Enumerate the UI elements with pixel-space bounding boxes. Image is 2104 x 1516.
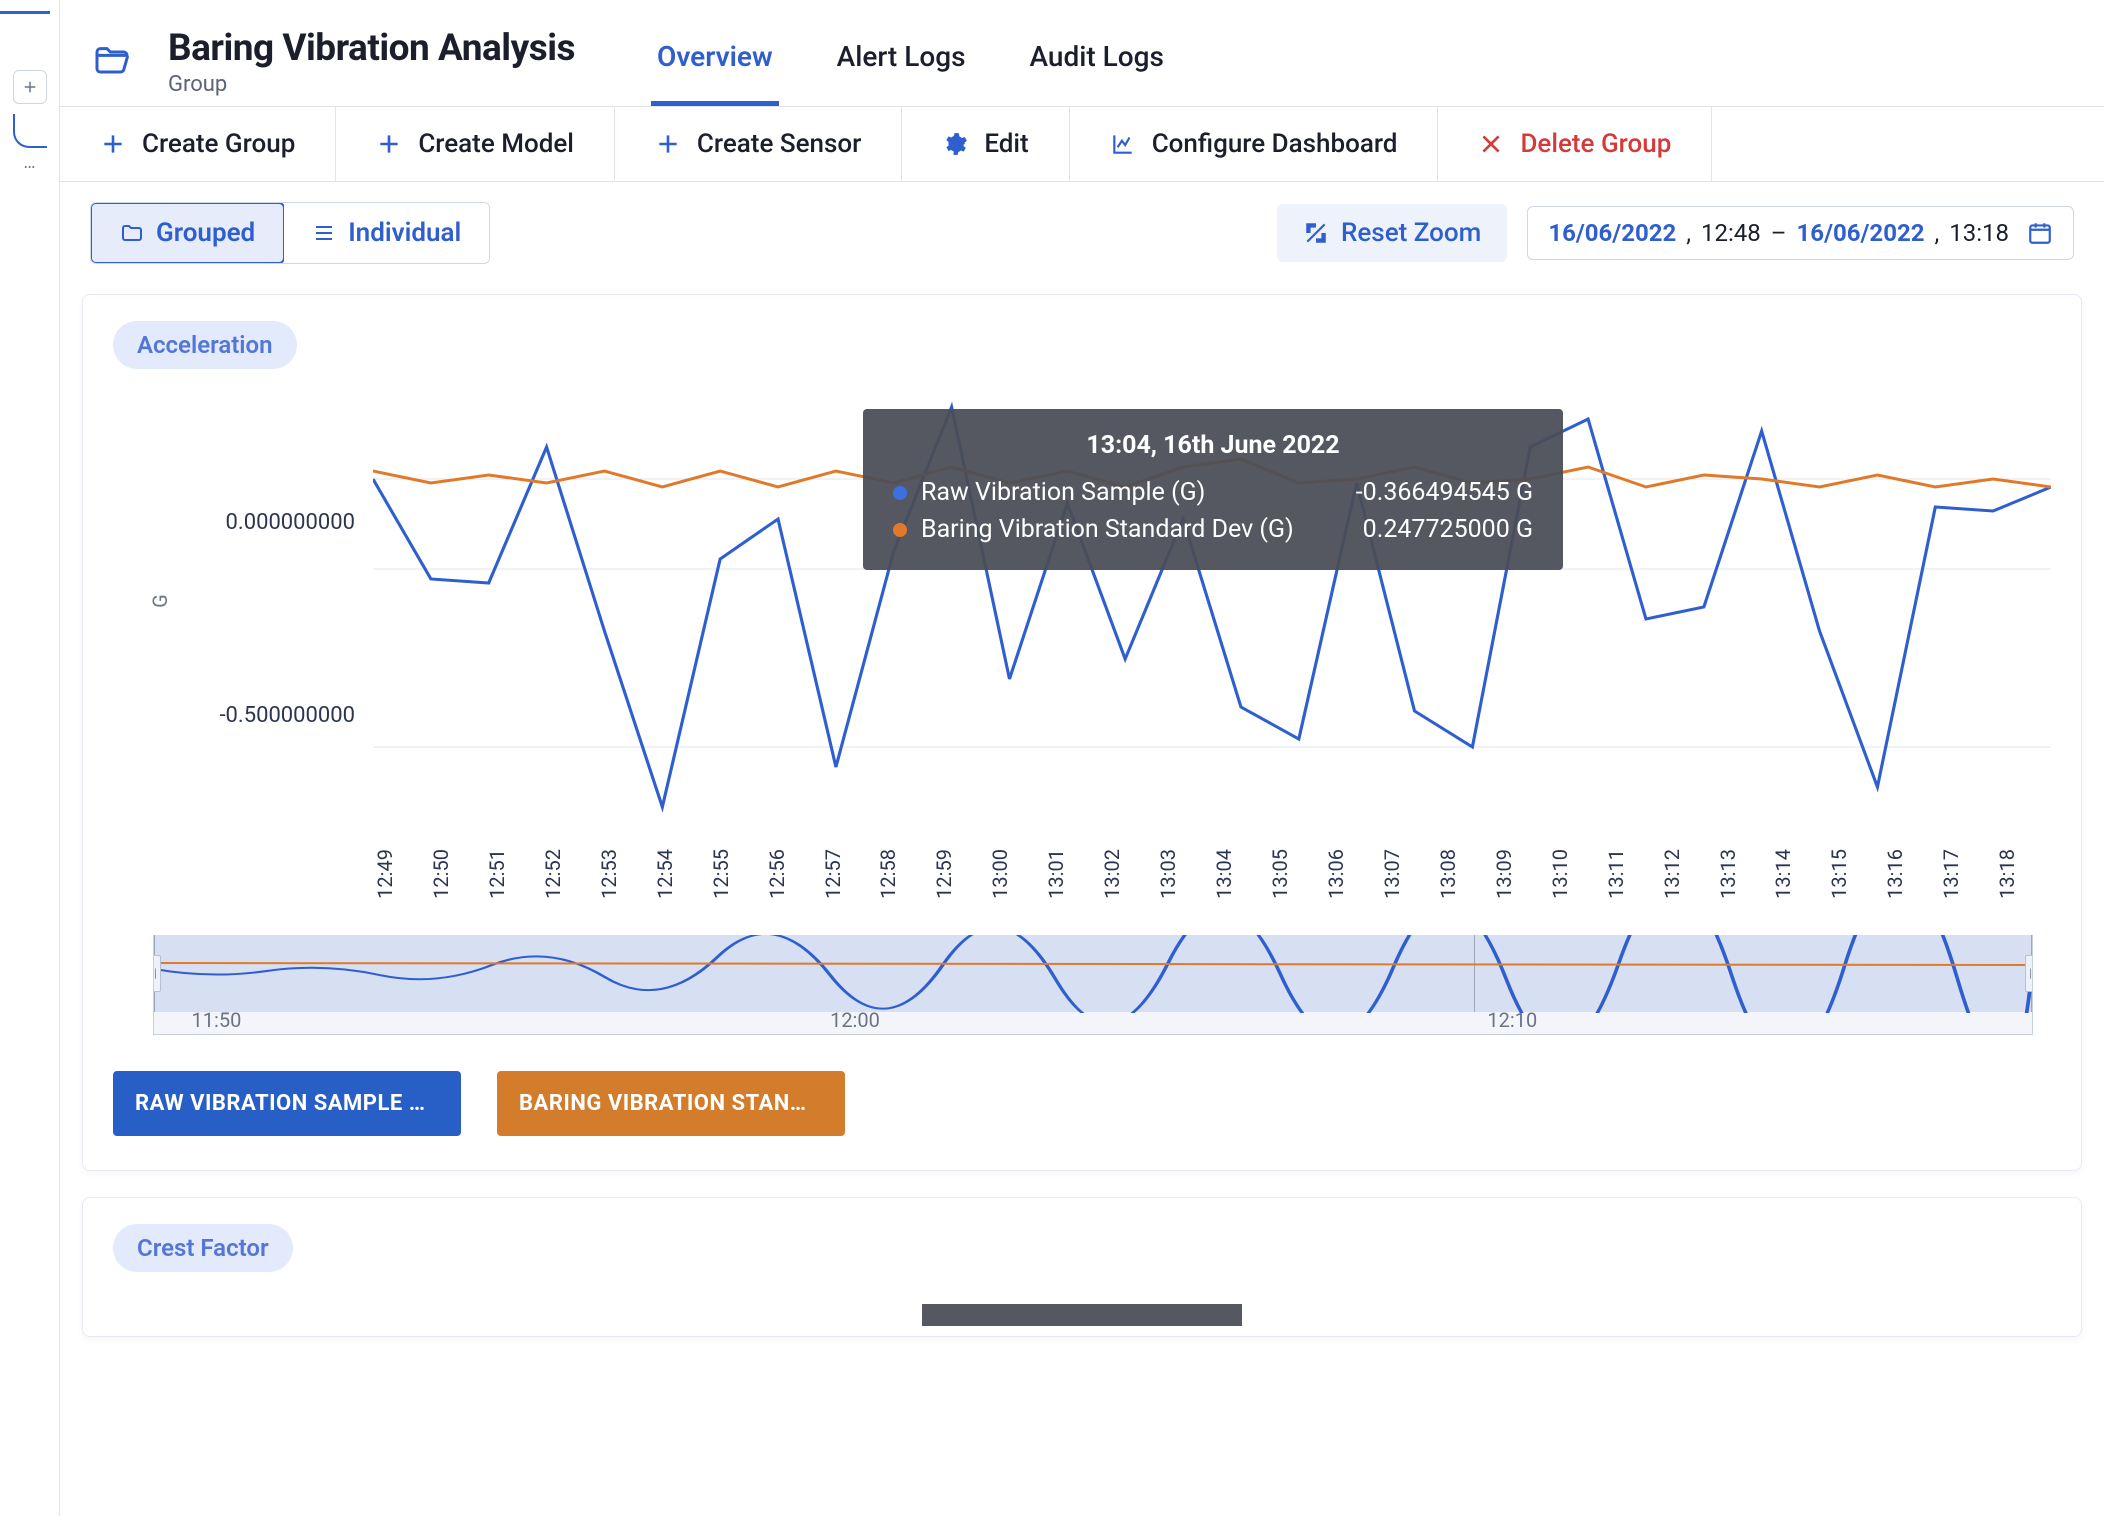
- chart-title-pill: Acceleration: [113, 321, 297, 369]
- x-tick: 13:02: [1100, 849, 1156, 901]
- x-tick: 13:11: [1604, 849, 1660, 901]
- y-axis-label: G: [148, 594, 172, 608]
- tooltip-peek: [922, 1304, 1242, 1326]
- crest-factor-chart-card: Crest Factor: [82, 1197, 2082, 1337]
- scrubber-handle-left[interactable]: [153, 955, 161, 992]
- action-toolbar: Create Group Create Model Create Sensor …: [60, 106, 2104, 182]
- tree-branch-decoration: [13, 114, 47, 148]
- y-tick: 0.000000000: [113, 510, 355, 535]
- x-tick: 13:18: [1995, 849, 2051, 901]
- chart-icon: [1110, 131, 1136, 157]
- date-range-picker[interactable]: 16/06/2022, 12:48 – 16/06/2022, 13:18: [1527, 206, 2074, 260]
- page-title: Baring Vibration Analysis: [168, 27, 575, 70]
- x-tick: 12:55: [709, 849, 765, 901]
- x-tick: 13:13: [1716, 849, 1772, 901]
- tooltip-row-stddev: Baring Vibration Standard Dev (G) 0.2477…: [893, 511, 1533, 548]
- x-tick: 12:51: [485, 849, 541, 901]
- create-group-button[interactable]: Create Group: [60, 107, 336, 181]
- calendar-icon: [2027, 220, 2053, 246]
- page-header: Baring Vibration Analysis Group Overview…: [60, 0, 2104, 106]
- create-sensor-button[interactable]: Create Sensor: [615, 107, 902, 181]
- x-tick: 13:15: [1827, 849, 1883, 901]
- page-subtitle: Group: [168, 72, 575, 97]
- series-toggle-row: RAW VIBRATION SAMPLE … BARING VIBRATION …: [113, 1071, 2051, 1136]
- y-axis-ticks: 0.000000000 -0.500000000: [113, 399, 373, 839]
- x-tick: 13:04: [1212, 849, 1268, 901]
- x-tick: 12:59: [932, 849, 988, 901]
- x-tick: 12:52: [541, 849, 597, 901]
- folder-open-icon: [92, 42, 132, 82]
- series-toggle-stddev[interactable]: BARING VIBRATION STAN…: [497, 1071, 845, 1136]
- configure-dashboard-button[interactable]: Configure Dashboard: [1070, 107, 1439, 181]
- x-tick: 13:00: [988, 849, 1044, 901]
- tab-overview[interactable]: Overview: [651, 18, 779, 106]
- x-tick: 13:09: [1492, 849, 1548, 901]
- create-model-button[interactable]: Create Model: [336, 107, 615, 181]
- x-tick: 12:56: [765, 849, 821, 901]
- swatch-orange: [893, 523, 907, 537]
- folder-icon: [120, 221, 144, 245]
- chart-title-pill: Crest Factor: [113, 1224, 293, 1272]
- scrubber-handle-right[interactable]: [2025, 955, 2033, 992]
- more-tree-indicator: …: [23, 152, 35, 173]
- plus-icon: [376, 131, 402, 157]
- tab-audit-logs[interactable]: Audit Logs: [1023, 18, 1169, 106]
- x-tick: 13:12: [1660, 849, 1716, 901]
- tab-bar: Overview Alert Logs Audit Logs: [651, 18, 1170, 106]
- acceleration-chart-card: Acceleration 13:04, 16th June 2022 Raw V…: [82, 294, 2082, 1171]
- x-tick: 13:05: [1268, 849, 1324, 901]
- gear-icon: [942, 131, 968, 157]
- list-icon: [312, 221, 336, 245]
- x-tick: 13:14: [1771, 849, 1827, 901]
- tooltip-title: 13:04, 16th June 2022: [893, 431, 1533, 460]
- plus-icon: [100, 131, 126, 157]
- tooltip-row-raw: Raw Vibration Sample (G) -0.366494545 G: [893, 474, 1533, 511]
- x-tick: 12:50: [429, 849, 485, 901]
- view-individual-button[interactable]: Individual: [284, 203, 489, 263]
- x-tick: 12:49: [373, 849, 429, 901]
- sidebar-sliver: …: [0, 0, 60, 1516]
- x-tick: 13:01: [1044, 849, 1100, 901]
- close-icon: [1478, 131, 1504, 157]
- view-controls-row: Grouped Individual Reset Zoom 16/06/2022…: [60, 182, 2104, 284]
- view-grouped-button[interactable]: Grouped: [90, 202, 285, 264]
- delete-group-button[interactable]: Delete Group: [1438, 107, 1712, 181]
- x-axis-ticks: 12:4912:5012:5112:5212:5312:5412:5512:56…: [373, 849, 2051, 901]
- edit-button[interactable]: Edit: [902, 107, 1069, 181]
- x-tick: 13:17: [1939, 849, 1995, 901]
- add-node-button[interactable]: [13, 70, 47, 104]
- x-tick: 13:06: [1324, 849, 1380, 901]
- view-toggle: Grouped Individual: [90, 202, 490, 264]
- series-toggle-raw[interactable]: RAW VIBRATION SAMPLE …: [113, 1071, 461, 1136]
- expand-icon: [1303, 220, 1329, 246]
- x-tick: 12:53: [597, 849, 653, 901]
- chart-tooltip: 13:04, 16th June 2022 Raw Vibration Samp…: [863, 409, 1563, 570]
- active-indicator-sliver: [0, 0, 50, 14]
- x-tick: 13:03: [1156, 849, 1212, 901]
- time-scrubber[interactable]: 11:50 12:00 12:10: [153, 935, 2033, 1035]
- reset-zoom-button[interactable]: Reset Zoom: [1277, 204, 1507, 262]
- x-tick: 13:08: [1436, 849, 1492, 901]
- tab-alert-logs[interactable]: Alert Logs: [831, 18, 972, 106]
- x-tick: 12:57: [821, 849, 877, 901]
- x-tick: 13:07: [1380, 849, 1436, 901]
- swatch-blue: [893, 486, 907, 500]
- x-tick: 12:54: [653, 849, 709, 901]
- plus-icon: [655, 131, 681, 157]
- y-tick: -0.500000000: [113, 703, 355, 728]
- x-tick: 12:58: [876, 849, 932, 901]
- x-tick: 13:10: [1548, 849, 1604, 901]
- x-tick: 13:16: [1883, 849, 1939, 901]
